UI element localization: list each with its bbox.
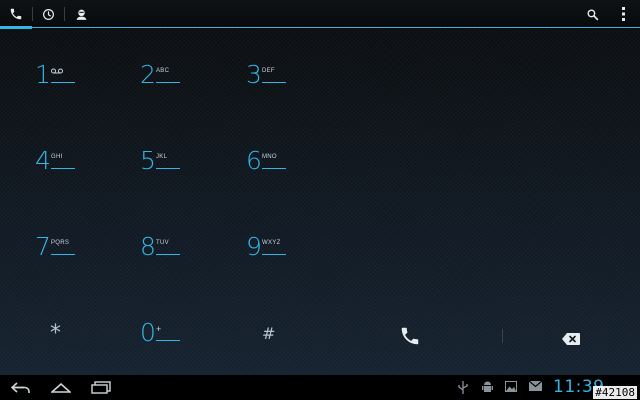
key-letters: PQRS [51,240,70,246]
key-digit: 6 [246,146,262,175]
mail-icon [529,381,542,391]
key-underline [156,254,180,255]
tab-contacts[interactable] [64,0,98,28]
recent-apps-icon [91,381,111,394]
overflow-menu-button[interactable] [614,0,634,28]
dialpad-key-2[interactable]: 2 ABC [140,60,220,100]
key-underline [51,82,75,83]
key-underline [262,82,286,83]
key-letters: DEF [262,68,275,74]
dialpad-key-pound[interactable]: # [262,324,275,344]
key-underline [51,168,75,169]
search-icon [586,8,598,20]
dialpad-key-3[interactable]: 3 DEF [246,60,326,100]
dialpad-key-7[interactable]: 7 PQRS [35,232,115,272]
key-letters: WXYZ [262,240,281,246]
key-digit: 9 [246,232,262,261]
dialpad-key-8[interactable]: 8 TUV [140,232,220,272]
recent-apps-button[interactable] [86,375,116,400]
gallery-icon [505,381,517,392]
key-digit: 7 [35,232,51,261]
usb-icon [458,381,468,394]
android-debug-icon [482,381,493,392]
key-digit: 2 [140,60,156,89]
home-button[interactable] [46,375,76,400]
home-icon [51,382,71,393]
back-icon [11,381,30,393]
key-letters: MNO [262,154,277,160]
key-underline [262,168,286,169]
back-button[interactable] [6,375,36,400]
key-digit: 5 [140,146,156,175]
dialpad-key-0[interactable]: 0 + [140,318,220,358]
key-underline [156,340,180,341]
clock-icon [42,8,54,20]
phone-icon [10,8,22,20]
key-letters: + [156,324,162,334]
dialpad-key-5[interactable]: 5 JKL [140,146,220,186]
voicemail-icon [51,68,63,74]
backspace-icon [562,333,580,345]
dialpad-key-6[interactable]: 6 MNO [246,146,326,186]
dialpad-key-star[interactable]: * [50,322,61,346]
dialpad-key-4[interactable]: 4 GHI [35,146,115,186]
overflow-menu-icon [622,7,625,21]
navigation-bar: 11:39 #42108 [0,375,640,400]
key-letters: GHI [51,154,63,160]
key-digit: 4 [35,146,51,175]
tab-phone[interactable] [0,0,32,29]
key-digit: 1 [35,60,51,89]
search-button[interactable] [580,0,604,28]
key-digit: 0 [140,318,156,347]
contact-icon [76,9,86,20]
key-underline [156,168,180,169]
divider [502,329,503,343]
key-underline [262,254,286,255]
key-digit: 3 [246,60,262,89]
dialpad-key-9[interactable]: 9 WXYZ [246,232,326,272]
dial-call-button[interactable] [395,324,425,348]
key-letters: TUV [156,240,169,246]
dialpad-key-1[interactable]: 1 [35,60,115,100]
key-underline [156,82,180,83]
key-underline [51,254,75,255]
key-letters: JKL [156,154,168,160]
key-letters: ABC [156,68,170,74]
backspace-button[interactable] [562,330,580,345]
key-digit: 8 [140,232,156,261]
watermark: #42108 [593,386,637,399]
phone-icon [401,327,419,345]
tab-recent[interactable] [32,0,64,28]
action-bar [0,0,640,29]
